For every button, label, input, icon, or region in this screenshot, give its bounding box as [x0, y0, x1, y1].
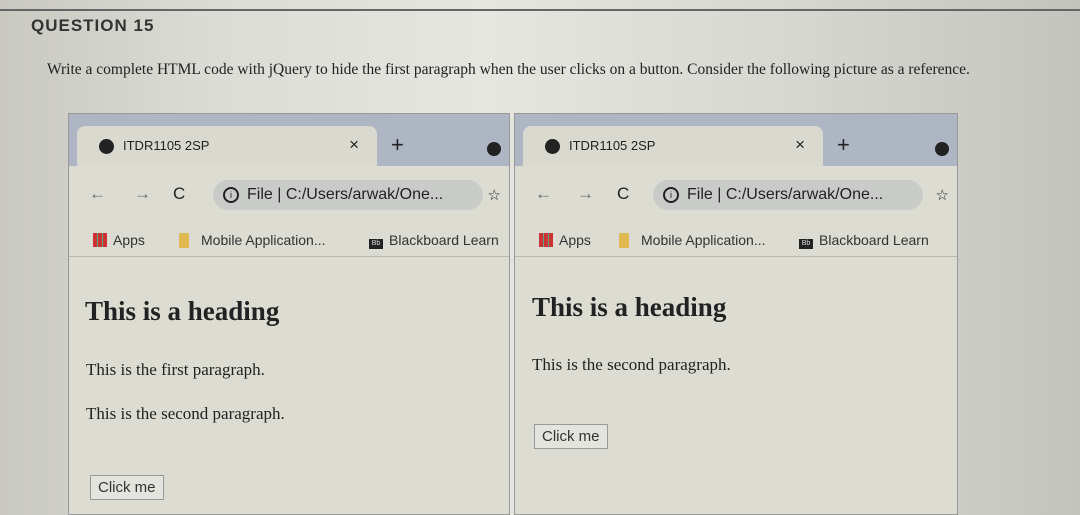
- browser-before: ITDR1105 2SP × + ← → C i File | C:/Users…: [68, 113, 510, 515]
- blackboard-icon: Bb: [799, 239, 813, 249]
- bookmark-label: Mobile Application...: [641, 232, 766, 248]
- bookmark-label: Apps: [559, 232, 591, 248]
- tab-title: ITDR1105 2SP: [569, 138, 656, 153]
- second-paragraph: This is the second paragraph.: [532, 355, 731, 374]
- first-paragraph: This is the first paragraph.: [86, 360, 265, 379]
- info-icon: i: [663, 187, 679, 203]
- bookmark-label: Blackboard Learn: [389, 232, 499, 248]
- question-text: Write a complete HTML code with jQuery t…: [47, 61, 970, 78]
- tab-strip: ITDR1105 2SP × +: [69, 114, 509, 166]
- address-bar[interactable]: i File | C:/Users/arwak/One...: [653, 180, 923, 210]
- profile-icon[interactable]: [487, 142, 501, 156]
- click-me-button[interactable]: Click me: [534, 424, 608, 449]
- bookmark-blackboard[interactable]: Bb Blackboard Learn: [799, 232, 929, 249]
- blackboard-icon: Bb: [369, 239, 383, 249]
- url-text: File | C:/Users/arwak/One...: [247, 186, 444, 203]
- bookmark-label: Blackboard Learn: [819, 232, 929, 248]
- page-heading: This is a heading: [532, 292, 727, 322]
- apps-icon: [539, 233, 553, 247]
- browser-tab[interactable]: ITDR1105 2SP ×: [77, 126, 377, 166]
- globe-icon: [545, 139, 560, 154]
- reload-icon[interactable]: C: [617, 184, 629, 204]
- divider: [0, 9, 1080, 11]
- new-tab-button[interactable]: +: [391, 132, 404, 158]
- bookmark-apps[interactable]: Apps: [539, 232, 591, 248]
- bookmark-mobile[interactable]: Mobile Application...: [179, 232, 326, 248]
- second-paragraph: This is the second paragraph.: [86, 404, 285, 423]
- click-me-button[interactable]: Click me: [90, 475, 164, 500]
- folder-icon: [619, 233, 629, 248]
- folder-icon: [179, 233, 189, 248]
- new-tab-button[interactable]: +: [837, 132, 850, 158]
- address-bar[interactable]: i File | C:/Users/arwak/One...: [213, 180, 483, 210]
- question-title: QUESTION 15: [31, 16, 155, 35]
- toolbar: ← → C i File | C:/Users/arwak/One... ☆: [69, 174, 509, 214]
- close-tab-icon[interactable]: ×: [795, 135, 805, 155]
- toolbar: ← → C i File | C:/Users/arwak/One... ☆: [515, 174, 957, 214]
- page-heading: This is a heading: [85, 296, 280, 326]
- bookmarks-bar: Apps Mobile Application... Bb Blackboard …: [69, 226, 509, 257]
- browser-after: ITDR1105 2SP × + ← → C i File | C:/Users…: [514, 113, 958, 515]
- back-icon[interactable]: ←: [535, 184, 552, 204]
- bookmark-apps[interactable]: Apps: [93, 232, 145, 248]
- star-icon[interactable]: ☆: [488, 186, 501, 204]
- bookmarks-bar: Apps Mobile Application... Bb Blackboard …: [515, 226, 957, 257]
- bookmark-label: Mobile Application...: [201, 232, 326, 248]
- close-tab-icon[interactable]: ×: [349, 135, 359, 155]
- forward-icon[interactable]: →: [577, 184, 594, 204]
- browser-tab[interactable]: ITDR1105 2SP ×: [523, 126, 823, 166]
- bookmark-mobile[interactable]: Mobile Application...: [619, 232, 766, 248]
- bookmark-blackboard[interactable]: Bb Blackboard Learn: [369, 232, 499, 249]
- url-text: File | C:/Users/arwak/One...: [687, 186, 884, 203]
- profile-icon[interactable]: [935, 142, 949, 156]
- bookmark-label: Apps: [113, 232, 145, 248]
- star-icon[interactable]: ☆: [936, 186, 949, 204]
- info-icon: i: [223, 187, 239, 203]
- tab-strip: ITDR1105 2SP × +: [515, 114, 957, 166]
- globe-icon: [99, 139, 114, 154]
- tab-title: ITDR1105 2SP: [123, 138, 210, 153]
- apps-icon: [93, 233, 107, 247]
- forward-icon[interactable]: →: [134, 184, 151, 204]
- back-icon[interactable]: ←: [89, 184, 106, 204]
- reload-icon[interactable]: C: [173, 184, 185, 204]
